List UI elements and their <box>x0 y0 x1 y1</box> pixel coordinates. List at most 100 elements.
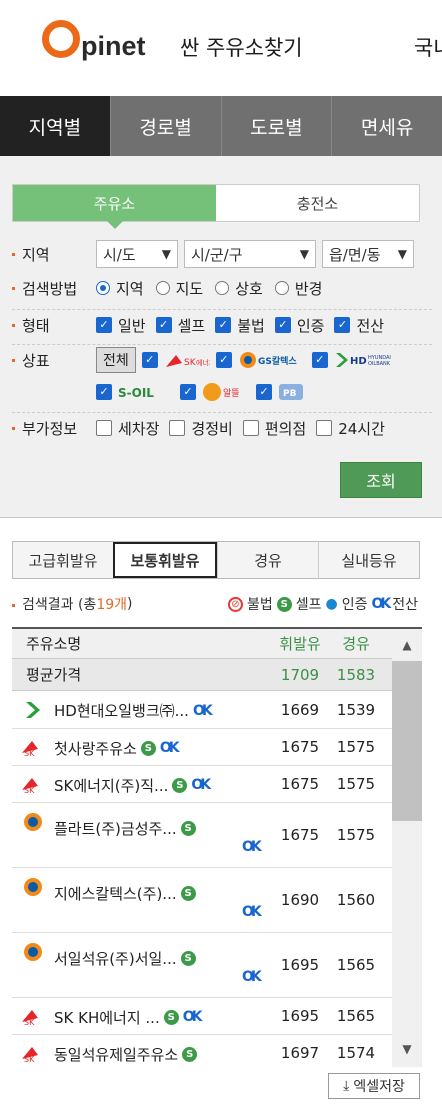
table-row[interactable]: SK SK에너지(주)직... S OK 1675 1575 <box>12 766 422 803</box>
brand-sk[interactable]: ✓ SK에너지 <box>141 349 210 371</box>
table-row[interactable]: 플라트(주)금성주... S OK 1675 1575 <box>12 803 422 868</box>
sido-select[interactable]: 시/도 ▼ <box>96 240 178 268</box>
station-name[interactable]: SK KH에너지 ... <box>54 1007 160 1028</box>
svg-text:알뜰: 알뜰 <box>223 388 240 399</box>
radio-radius[interactable]: 반경 <box>274 278 322 299</box>
gasoline-price: 1695 <box>280 956 320 974</box>
tab-region[interactable]: 지역별 <box>0 96 110 156</box>
dong-select[interactable]: 읍/면/동 ▼ <box>322 240 414 268</box>
hd-logo-icon: HD HYUNDAIOILBANK <box>335 353 391 367</box>
station-name[interactable]: 첫사랑주유소 <box>54 738 137 759</box>
tab-premium-gasoline[interactable]: 고급휘발유 <box>13 542 113 578</box>
checkbox: ✓ <box>96 317 112 333</box>
dong-value: 읍/면/동 <box>329 245 381 264</box>
station-name-cell[interactable]: HD현대오일뱅크㈜... OK <box>54 698 272 721</box>
station-name-cell[interactable]: 서일석유(주)서일... S OK <box>54 946 272 985</box>
scroll-up-icon[interactable]: ▲ <box>392 629 422 661</box>
opinet-logo[interactable]: pinet <box>42 20 146 61</box>
table-row[interactable]: 서일석유(주)서일... S OK 1695 1565 <box>12 933 422 998</box>
self-icon: S <box>180 950 196 966</box>
check-normal[interactable]: ✓ 일반 <box>96 315 146 336</box>
station-name-cell[interactable]: 지에스칼텍스(주)... S OK <box>54 881 272 920</box>
check-self[interactable]: ✓ 셀프 <box>155 315 206 336</box>
tab-kerosene[interactable]: 실내등유 <box>318 542 419 578</box>
brand-hd[interactable]: ✓ HD HYUNDAI OILBANK <box>311 349 406 371</box>
check-label: 불법 <box>237 316 265 335</box>
check-carwash[interactable]: 세차장 <box>96 418 159 439</box>
checkbox: ✓ <box>311 352 328 368</box>
check-electronic[interactable]: ✓ 전산 <box>334 315 384 336</box>
col-diesel[interactable]: 경유 <box>328 633 384 654</box>
col-name: 주유소명 <box>26 635 82 653</box>
station-name[interactable]: 동일석유제일주유소 <box>54 1044 178 1065</box>
check-store[interactable]: 편의점 <box>242 418 306 439</box>
diesel-price: 1574 <box>336 1044 376 1062</box>
station-name[interactable]: 서일석유(주)서일... <box>54 948 177 969</box>
station-name-cell[interactable]: 동일석유제일주유소 S <box>54 1042 272 1065</box>
radio-label: 지도 <box>175 279 204 298</box>
radio-name[interactable]: 상호 <box>215 278 263 299</box>
toggle-gas-station[interactable]: 주유소 <box>13 185 216 229</box>
brand-all-button[interactable]: 전체 <box>96 347 136 373</box>
avg-diesel: 1583 <box>336 665 376 684</box>
station-name[interactable]: HD현대오일뱅크㈜... <box>54 700 189 721</box>
station-name[interactable]: 지에스칼텍스(주)... <box>54 883 177 904</box>
station-name-cell[interactable]: 플라트(주)금성주... S OK <box>54 816 272 855</box>
sigungu-select[interactable]: 시/군/구 ▼ <box>184 240 316 268</box>
chevron-down-icon: ▼ <box>161 247 171 261</box>
diesel-price: 1575 <box>336 775 376 793</box>
tab-diesel[interactable]: 경유 <box>217 542 318 578</box>
station-name-cell[interactable]: SK KH에너지 ... S OK <box>54 1005 272 1028</box>
scrollbar[interactable]: ▲ ▼ <box>392 629 422 1067</box>
table-row[interactable]: 지에스칼텍스(주)... S OK 1690 1560 <box>12 868 422 933</box>
svg-text:OILBANK: OILBANK <box>368 361 391 367</box>
table-row[interactable]: SK SK KH에너지 ... S OK 1695 1565 <box>12 998 422 1035</box>
site-header: pinet 싼 주유소찾기 국내 <box>0 0 442 96</box>
scroll-thumb[interactable] <box>392 661 422 821</box>
checkbox: ✓ <box>141 352 158 368</box>
excel-save-button[interactable]: ⤓ 엑셀저장 <box>328 1073 420 1099</box>
scroll-down-icon[interactable]: ▼ <box>392 1029 422 1067</box>
checkbox: ✓ <box>215 352 232 368</box>
search-button[interactable]: 조회 <box>340 462 422 498</box>
check-label: 셀프 <box>177 316 206 335</box>
check-illegal[interactable]: ✓ 불법 <box>215 315 265 336</box>
check-certified[interactable]: ✓ 인증 <box>274 315 324 336</box>
brand-pb[interactable]: ✓ PB <box>256 381 304 403</box>
station-name[interactable]: SK에너지(주)직... <box>54 775 168 796</box>
svg-text:SK: SK <box>184 358 197 368</box>
logo-text: pinet <box>81 31 146 61</box>
station-name-cell[interactable]: 첫사랑주유소 S OK <box>54 736 272 759</box>
hd-logo-icon <box>26 701 40 718</box>
sk-logo-icon: SK <box>22 1047 38 1063</box>
table-row[interactable]: SK 첫사랑주유소 S OK 1675 1575 <box>12 729 422 766</box>
legend-certified: 인증 <box>341 597 368 613</box>
check-repair[interactable]: 경정비 <box>169 418 233 439</box>
tab-road[interactable]: 도로별 <box>220 96 332 156</box>
sk-logo-icon: SK <box>22 741 38 757</box>
radio-region[interactable]: 지역 <box>96 278 144 299</box>
radio-map[interactable]: 지도 <box>155 278 204 299</box>
radio-label: 상호 <box>235 279 263 298</box>
station-name-cell[interactable]: SK에너지(주)직... S OK <box>54 773 272 796</box>
result-number: 19개 <box>96 597 128 613</box>
table-row[interactable]: SK 동일석유제일주유소 S 1697 1574 <box>12 1035 422 1067</box>
tab-taxfree[interactable]: 면세유 <box>331 96 442 156</box>
brand-gs[interactable]: ✓ GS칼텍스 <box>215 349 306 371</box>
page-title-right[interactable]: 국내 <box>414 32 442 62</box>
tab-regular-gasoline[interactable]: 보통휘발유 <box>113 542 217 578</box>
diesel-price: 1565 <box>336 956 376 974</box>
brand-logo-cell <box>12 700 54 720</box>
brand-altteul[interactable]: ✓ 알뜰 <box>180 381 250 403</box>
extra-row: 부가정보 세차장 경정비 편의점 24시간 <box>12 414 432 442</box>
check-24h[interactable]: 24시간 <box>316 418 385 439</box>
tab-route[interactable]: 경로별 <box>109 96 221 156</box>
col-gasoline[interactable]: 휘발유 <box>272 633 328 654</box>
station-name[interactable]: 플라트(주)금성주... <box>54 818 177 839</box>
brand-logo-cell <box>12 868 54 898</box>
toggle-charging-station[interactable]: 충전소 <box>216 185 419 221</box>
brand-logo-cell <box>12 933 54 963</box>
checkbox: ✓ <box>180 384 196 400</box>
brand-soil[interactable]: ✓ S-OIL <box>96 381 174 403</box>
table-row[interactable]: HD현대오일뱅크㈜... OK 1669 1539 <box>12 691 422 729</box>
